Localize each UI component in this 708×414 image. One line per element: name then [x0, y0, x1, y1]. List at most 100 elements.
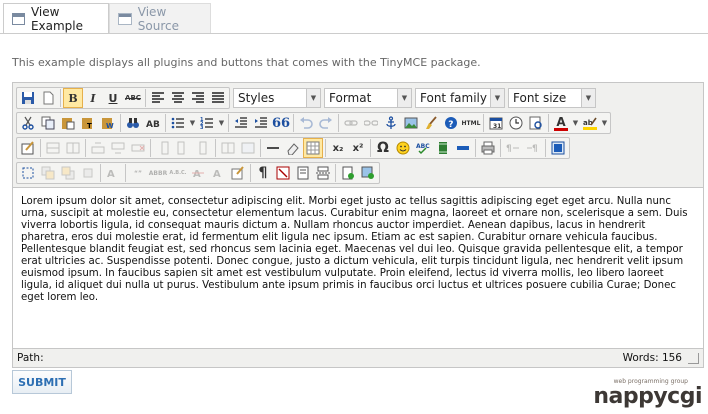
acronym-button[interactable]: A.B.C.: [168, 163, 188, 183]
font-color-bar: [554, 127, 568, 131]
merge-cells-button[interactable]: [238, 138, 258, 158]
copy-button[interactable]: [38, 113, 58, 133]
strikethrough-button[interactable]: ABC: [123, 88, 143, 108]
move-forward-icon: [41, 166, 55, 180]
undo-button[interactable]: [296, 113, 316, 133]
page-break-button[interactable]: [313, 163, 333, 183]
tab-view-source[interactable]: View Source: [109, 3, 211, 34]
table-cell-props-button[interactable]: [63, 138, 83, 158]
align-left-button[interactable]: [148, 88, 168, 108]
paste-word-button[interactable]: W: [98, 113, 118, 133]
font-size-select[interactable]: Font size ▼: [508, 88, 596, 108]
unlink-button[interactable]: [361, 113, 381, 133]
chevron-down-icon[interactable]: ▼: [217, 113, 226, 133]
insert-text-button[interactable]: A: [208, 163, 228, 183]
align-right-button[interactable]: [188, 88, 208, 108]
replace-button[interactable]: AB: [143, 113, 163, 133]
font-family-select[interactable]: Font family ▼: [415, 88, 505, 108]
abbr-button[interactable]: ABBR: [148, 163, 168, 183]
spellcheck-button[interactable]: ABC: [413, 138, 433, 158]
ltr-button[interactable]: ¶: [503, 138, 523, 158]
fullscreen-button[interactable]: [548, 138, 568, 158]
save-button[interactable]: [18, 88, 38, 108]
delete-row-button[interactable]: [128, 138, 148, 158]
emoticons-button[interactable]: [393, 138, 413, 158]
anchor-button[interactable]: [381, 113, 401, 133]
cleanup-button[interactable]: [421, 113, 441, 133]
bullet-list-button[interactable]: [168, 113, 188, 133]
subscript-button[interactable]: x₂: [328, 138, 348, 158]
new-document-button[interactable]: [38, 88, 58, 108]
highlight-color-button[interactable]: ab: [580, 113, 600, 133]
html-source-button[interactable]: HTML: [461, 113, 481, 133]
align-center-button[interactable]: [168, 88, 188, 108]
visual-aid-button[interactable]: [303, 138, 323, 158]
paste-word-icon: W: [102, 118, 114, 130]
delete-col-button[interactable]: [193, 138, 213, 158]
delete-text-button[interactable]: A: [188, 163, 208, 183]
paste-button[interactable]: [58, 113, 78, 133]
attributes-button[interactable]: [228, 163, 248, 183]
svg-text:AB: AB: [146, 120, 160, 130]
help-button[interactable]: ?: [441, 113, 461, 133]
insert-file-button[interactable]: [338, 163, 358, 183]
styles-select[interactable]: Styles ▼: [233, 88, 321, 108]
italic-button[interactable]: I: [83, 88, 103, 108]
tab-view-example[interactable]: View Example: [3, 3, 109, 34]
table-row-props-button[interactable]: [43, 138, 63, 158]
outdent-button[interactable]: [231, 113, 251, 133]
insert-image-button[interactable]: [401, 113, 421, 133]
horizontal-rule-button[interactable]: [263, 138, 283, 158]
insert-image-file-button[interactable]: [358, 163, 378, 183]
remove-format-button[interactable]: [283, 138, 303, 158]
superscript-button[interactable]: x²: [348, 138, 368, 158]
font-color-button[interactable]: A: [551, 113, 571, 133]
find-button[interactable]: [123, 113, 143, 133]
show-blocks-button[interactable]: ¶: [253, 163, 273, 183]
resize-handle-icon[interactable]: [688, 352, 699, 364]
redo-button[interactable]: [316, 113, 336, 133]
template-icon: [297, 166, 309, 180]
split-cells-button[interactable]: [218, 138, 238, 158]
insert-row-before-button[interactable]: [88, 138, 108, 158]
svg-text:A: A: [193, 169, 201, 180]
chevron-down-icon[interactable]: ▼: [600, 113, 609, 133]
underline-button[interactable]: U: [103, 88, 123, 108]
insert-col-after-button[interactable]: [173, 138, 193, 158]
insert-row-after-button[interactable]: [108, 138, 128, 158]
submit-button[interactable]: SUBMIT: [12, 370, 72, 394]
absolute-position-button[interactable]: [78, 163, 98, 183]
paste-text-button[interactable]: T: [78, 113, 98, 133]
special-char-button[interactable]: Ω: [373, 138, 393, 158]
numbered-list-button[interactable]: 123: [197, 113, 217, 133]
cite-button[interactable]: “”: [128, 163, 148, 183]
insert-link-button[interactable]: [341, 113, 361, 133]
style-props-button[interactable]: A: [103, 163, 123, 183]
move-backward-button[interactable]: [58, 163, 78, 183]
print-button[interactable]: [478, 138, 498, 158]
editor-content[interactable]: Lorem ipsum dolor sit amet, consectetur …: [13, 187, 703, 349]
insert-time-button[interactable]: [506, 113, 526, 133]
template-button[interactable]: [293, 163, 313, 183]
blockquote-button[interactable]: 66: [271, 113, 291, 133]
chevron-down-icon[interactable]: ▼: [571, 113, 580, 133]
indent-button[interactable]: [251, 113, 271, 133]
insert-date-button[interactable]: 31: [486, 113, 506, 133]
insert-col-before-button[interactable]: [153, 138, 173, 158]
table-edit-button[interactable]: [18, 138, 38, 158]
non-breaking-button[interactable]: [273, 163, 293, 183]
cut-button[interactable]: [18, 113, 38, 133]
rtl-button[interactable]: ¶: [523, 138, 543, 158]
chevron-down-icon: ▼: [490, 89, 504, 107]
advanced-hr-button[interactable]: [453, 138, 473, 158]
insert-layer-button[interactable]: [18, 163, 38, 183]
insert-media-button[interactable]: [433, 138, 453, 158]
styles-select-label: Styles: [238, 91, 275, 105]
format-select[interactable]: Format ▼: [324, 88, 412, 108]
preview-button[interactable]: [526, 113, 546, 133]
align-justify-button[interactable]: [208, 88, 228, 108]
chevron-down-icon[interactable]: ▼: [188, 113, 197, 133]
move-forward-button[interactable]: [38, 163, 58, 183]
eraser-icon: [287, 143, 299, 155]
bold-button[interactable]: B: [63, 88, 83, 108]
